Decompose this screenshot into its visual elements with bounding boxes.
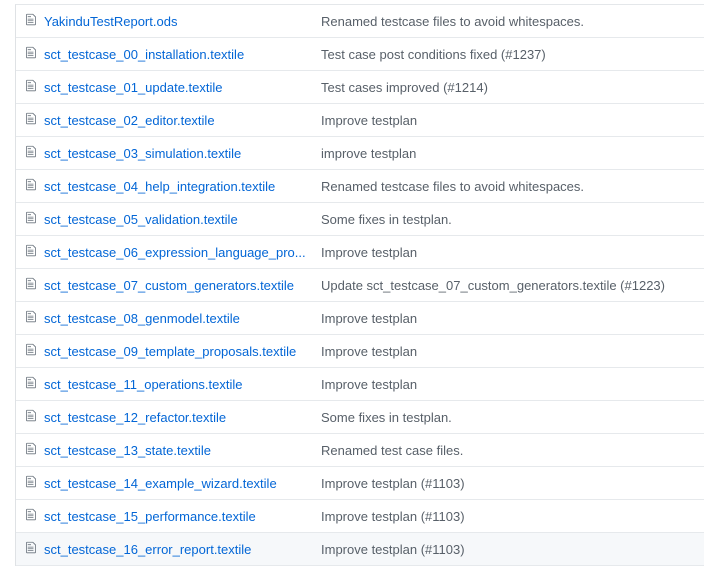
file-name-link[interactable]: sct_testcase_06_expression_language_pro.… <box>44 245 312 260</box>
file-name-link[interactable]: sct_testcase_16_error_report.textile <box>44 542 312 557</box>
file-text-icon <box>16 541 44 557</box>
file-name-link[interactable]: sct_testcase_11_operations.textile <box>44 377 312 392</box>
file-text-icon <box>16 13 44 29</box>
commit-message-link[interactable]: Improve testplan <box>321 377 417 392</box>
file-row[interactable]: sct_testcase_14_example_wizard.textile Im… <box>16 467 704 500</box>
file-name-link[interactable]: sct_testcase_02_editor.textile <box>44 113 312 128</box>
file-row[interactable]: sct_testcase_12_refactor.textile Some fix… <box>16 401 704 434</box>
file-row[interactable]: sct_testcase_01_update.textile Test cases… <box>16 71 704 104</box>
file-text-icon <box>16 211 44 227</box>
commit-message-link[interactable]: Improve testplan (#1103) <box>321 476 465 491</box>
commit-message-link[interactable]: Renamed testcase files to avoid whitespa… <box>321 179 584 194</box>
commit-message-link[interactable]: Improve testplan (#1103) <box>321 542 465 557</box>
file-row[interactable]: sct_testcase_09_template_proposals.texti… <box>16 335 704 368</box>
commit-message-link[interactable]: Test cases improved (#1214) <box>321 80 488 95</box>
file-row[interactable]: sct_testcase_15_performance.textile Impro… <box>16 500 704 533</box>
file-text-icon <box>16 376 44 392</box>
file-name-link[interactable]: sct_testcase_04_help_integration.textile <box>44 179 312 194</box>
file-text-icon <box>16 475 44 491</box>
file-name-link[interactable]: sct_testcase_01_update.textile <box>44 80 312 95</box>
file-text-icon <box>16 178 44 194</box>
file-text-icon <box>16 508 44 524</box>
commit-message-link[interactable]: Renamed testcase files to avoid whitespa… <box>321 14 584 29</box>
file-row[interactable]: sct_testcase_06_expression_language_pro.… <box>16 236 704 269</box>
commit-message-link[interactable]: improve testplan <box>321 146 416 161</box>
file-name-link[interactable]: sct_testcase_14_example_wizard.textile <box>44 476 312 491</box>
file-text-icon <box>16 310 44 326</box>
file-row[interactable]: sct_testcase_13_state.textile Renamed tes… <box>16 434 704 467</box>
file-name-link[interactable]: sct_testcase_09_template_proposals.texti… <box>44 344 312 359</box>
file-row[interactable]: sct_testcase_00_installation.textile Test… <box>16 38 704 71</box>
file-name-link[interactable]: sct_testcase_08_genmodel.textile <box>44 311 312 326</box>
file-name-link[interactable]: sct_testcase_13_state.textile <box>44 443 312 458</box>
commit-message-link[interactable]: Improve testplan <box>321 344 417 359</box>
commit-message-link[interactable]: Improve testplan <box>321 113 417 128</box>
file-name-link[interactable]: sct_testcase_12_refactor.textile <box>44 410 312 425</box>
file-name-link[interactable]: sct_testcase_03_simulation.textile <box>44 146 312 161</box>
file-row[interactable]: sct_testcase_11_operations.textile Improv… <box>16 368 704 401</box>
file-name-link[interactable]: sct_testcase_07_custom_generators.textil… <box>44 278 312 293</box>
file-name-link[interactable]: sct_testcase_15_performance.textile <box>44 509 312 524</box>
commit-message-link[interactable]: Improve testplan <box>321 311 417 326</box>
file-text-icon <box>16 442 44 458</box>
file-name-link[interactable]: sct_testcase_00_installation.textile <box>44 47 312 62</box>
commit-message-link[interactable]: Improve testplan (#1103) <box>321 509 465 524</box>
file-text-icon <box>16 46 44 62</box>
commit-message-link[interactable]: Improve testplan <box>321 245 417 260</box>
commit-message-link[interactable]: Renamed test case files. <box>321 443 463 458</box>
file-list: YakinduTestReport.ods Renamed testcase fi… <box>15 4 704 566</box>
file-text-icon <box>16 79 44 95</box>
commit-message-link[interactable]: Test case post conditions fixed (#1237) <box>321 47 546 62</box>
file-text-icon <box>16 145 44 161</box>
file-row[interactable]: YakinduTestReport.ods Renamed testcase fi… <box>16 5 704 38</box>
file-text-icon <box>16 244 44 260</box>
file-row[interactable]: sct_testcase_04_help_integration.textile… <box>16 170 704 203</box>
file-text-icon <box>16 277 44 293</box>
commit-message-link[interactable]: Some fixes in testplan. <box>321 410 452 425</box>
file-row[interactable]: sct_testcase_03_simulation.textile improv… <box>16 137 704 170</box>
file-row[interactable]: sct_testcase_08_genmodel.textile Improve … <box>16 302 704 335</box>
file-row[interactable]: sct_testcase_16_error_report.textile Impr… <box>16 533 704 566</box>
file-text-icon <box>16 409 44 425</box>
file-row[interactable]: sct_testcase_05_validation.textile Some f… <box>16 203 704 236</box>
file-name-link[interactable]: YakinduTestReport.ods <box>44 14 312 29</box>
commit-message-link[interactable]: Update sct_testcase_07_custom_generators… <box>321 278 665 293</box>
commit-message-link[interactable]: Some fixes in testplan. <box>321 212 452 227</box>
file-text-icon <box>16 343 44 359</box>
file-row[interactable]: sct_testcase_02_editor.textile Improve te… <box>16 104 704 137</box>
file-row[interactable]: sct_testcase_07_custom_generators.textil… <box>16 269 704 302</box>
file-name-link[interactable]: sct_testcase_05_validation.textile <box>44 212 312 227</box>
file-text-icon <box>16 112 44 128</box>
